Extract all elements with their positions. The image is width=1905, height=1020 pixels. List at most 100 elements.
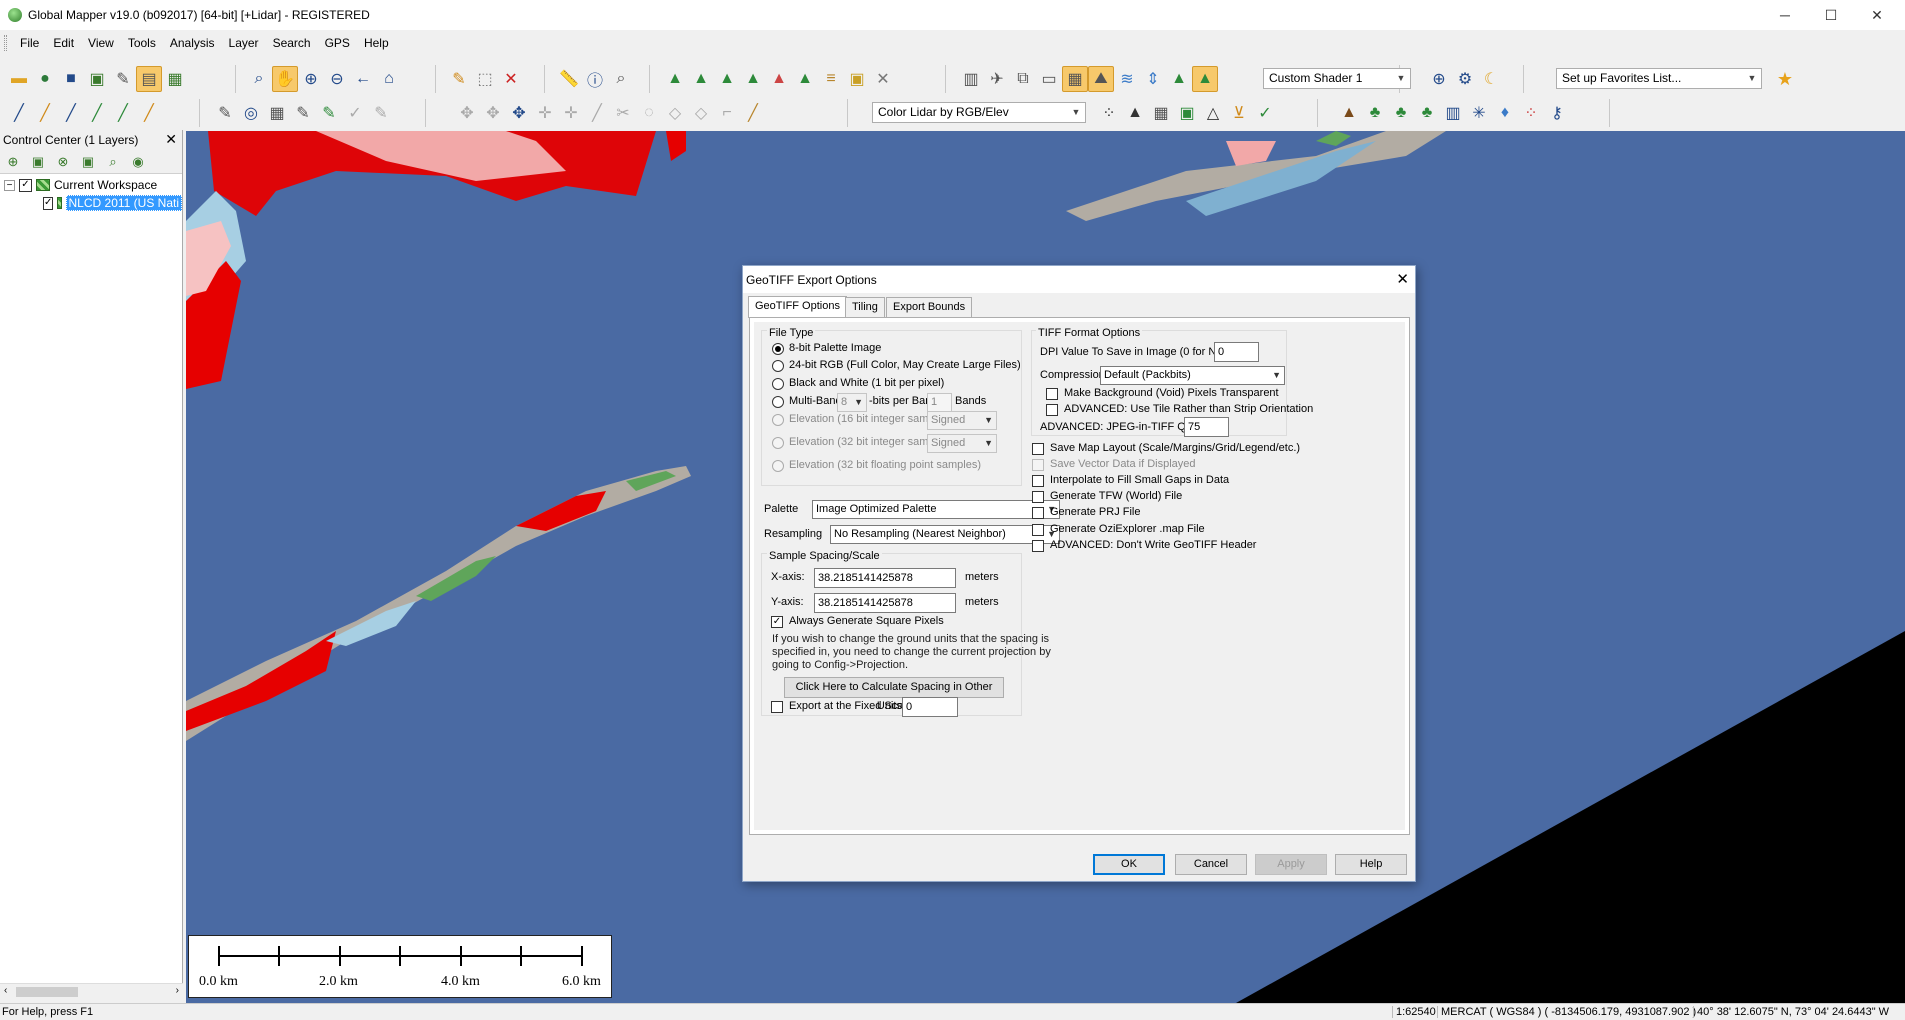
tab-geotiff-options[interactable]: GeoTIFF Options: [748, 296, 847, 318]
help-button[interactable]: Help: [1335, 854, 1407, 875]
scroll-left-icon[interactable]: ‹: [4, 985, 7, 996]
open-folder-icon[interactable]: ▬: [6, 66, 32, 92]
measure-ruler-icon[interactable]: 📏: [556, 66, 582, 92]
terrain-3d-icon[interactable]: ▲: [1122, 100, 1148, 126]
radio-elevation-32bit-int[interactable]: [772, 437, 784, 449]
building-icon[interactable]: ▥: [1440, 100, 1466, 126]
layer-checkbox[interactable]: ✓: [43, 196, 54, 210]
control-center-icon[interactable]: ▤: [136, 66, 162, 92]
line-tool-icon[interactable]: ╱: [584, 100, 610, 126]
workspace-icon[interactable]: ▣: [84, 66, 110, 92]
radio-multiband[interactable]: [772, 396, 784, 408]
water-drop-icon[interactable]: ♦: [1492, 100, 1518, 126]
tab-tiling[interactable]: Tiling: [845, 297, 885, 317]
radio-8bit-palette[interactable]: [772, 343, 784, 355]
split-icon[interactable]: ✛: [558, 100, 584, 126]
vegetation-icon[interactable]: ♣: [1362, 100, 1388, 126]
menubar-grip[interactable]: [4, 35, 7, 51]
daylight-shader-icon[interactable]: ☾: [1478, 66, 1504, 92]
use-tile-checkbox[interactable]: [1046, 404, 1058, 416]
noise-points-icon[interactable]: ⁘: [1518, 100, 1544, 126]
building-extract-icon[interactable]: ▦: [1148, 100, 1174, 126]
compression-select[interactable]: Default (Packbits) ▼: [1100, 366, 1285, 385]
draw-area-icon[interactable]: ╱: [84, 100, 110, 126]
draw-line-icon[interactable]: ╱: [6, 100, 32, 126]
menu-edit[interactable]: Edit: [46, 33, 81, 53]
favorites-star-icon[interactable]: ★: [1772, 66, 1798, 92]
zoom-out-icon[interactable]: ⊖: [324, 66, 350, 92]
water-level-icon[interactable]: ≋: [1114, 66, 1140, 92]
ok-button[interactable]: OK: [1093, 854, 1165, 875]
lidar-filter-icon[interactable]: ✎: [368, 100, 394, 126]
move-icon[interactable]: ✥: [454, 100, 480, 126]
zoom-tool-icon[interactable]: ⌕: [246, 66, 272, 92]
add-layer-icon[interactable]: ⊕: [2, 152, 24, 172]
bush-icon[interactable]: ♣: [1388, 100, 1414, 126]
multiband-count-spinner[interactable]: 1: [927, 393, 952, 412]
save-map-layout-checkbox[interactable]: [1032, 443, 1044, 455]
draw-curve-icon[interactable]: ╱: [58, 100, 84, 126]
home-icon[interactable]: ⌂: [376, 66, 402, 92]
no-geotiff-header-checkbox[interactable]: [1032, 540, 1044, 552]
workspace-row[interactable]: − ✓ Current Workspace: [0, 176, 182, 194]
segments-icon[interactable]: ◇: [688, 100, 714, 126]
interpolate-checkbox[interactable]: [1032, 475, 1044, 487]
signed-16-select[interactable]: Signed ▼: [927, 411, 997, 430]
3d-path-icon[interactable]: ▭: [1036, 66, 1062, 92]
classify-ground-icon[interactable]: ▣: [1174, 100, 1200, 126]
powerline-icon[interactable]: ✳: [1466, 100, 1492, 126]
cancel-button[interactable]: Cancel: [1175, 854, 1247, 875]
calculate-spacing-button[interactable]: Click Here to Calculate Spacing in Other…: [784, 677, 1004, 712]
close-icon[interactable]: ✕: [165, 131, 177, 148]
multiband-bits-select[interactable]: 8 ▼: [837, 393, 867, 412]
feature-info-icon[interactable]: ⓘ: [582, 66, 608, 92]
3d-view-icon[interactable]: ⧉: [1010, 66, 1036, 92]
view-shed-icon[interactable]: ▲: [688, 66, 714, 92]
crop-icon[interactable]: ⌐: [714, 100, 740, 126]
jpeg-quality-input[interactable]: [1184, 417, 1229, 437]
layout-icon[interactable]: ▥: [958, 66, 984, 92]
digitizer-pencil-icon[interactable]: ✎: [446, 66, 472, 92]
back-arrow-icon[interactable]: ←: [350, 66, 376, 92]
move-vertex-icon[interactable]: ✥: [480, 100, 506, 126]
target-icon[interactable]: ◎: [238, 100, 264, 126]
crosshair-icon[interactable]: ✛: [532, 100, 558, 126]
lidar-edit-icon[interactable]: ✎: [316, 100, 342, 126]
palette-select[interactable]: Image Optimized Palette ▼: [812, 500, 1060, 519]
select-rectangle-icon[interactable]: ⬚: [472, 66, 498, 92]
attribute-icon[interactable]: ✈: [984, 66, 1010, 92]
menu-file[interactable]: File: [13, 33, 46, 53]
lidar-measure-icon[interactable]: ✎: [212, 100, 238, 126]
shader-select[interactable]: Custom Shader 1 ▼: [1263, 68, 1411, 89]
point-cloud-icon[interactable]: ⁘: [1096, 100, 1122, 126]
contour-icon[interactable]: ▲: [740, 66, 766, 92]
make-transparent-checkbox[interactable]: [1046, 388, 1058, 400]
lidar-view-icon[interactable]: ▦: [1062, 66, 1088, 92]
layer-row[interactable]: ✓ NLCD 2011 (US Nati: [0, 194, 182, 212]
lasso-icon[interactable]: ◌: [636, 100, 662, 126]
vertical-exaggeration-icon[interactable]: ⇕: [1140, 66, 1166, 92]
radio-black-white[interactable]: [772, 378, 784, 390]
save-vector-data-checkbox[interactable]: [1032, 459, 1044, 471]
connect-icon[interactable]: ◇: [662, 100, 688, 126]
overview-map-icon[interactable]: ▦: [162, 66, 188, 92]
eyedropper-icon[interactable]: ✎: [290, 100, 316, 126]
watershed-icon[interactable]: ▲: [766, 66, 792, 92]
menu-tools[interactable]: Tools: [121, 33, 163, 53]
ground-classify-icon[interactable]: ▲: [1336, 100, 1362, 126]
square-pixels-checkbox[interactable]: ✓: [771, 616, 783, 628]
generate-ozi-checkbox[interactable]: [1032, 524, 1044, 536]
online-data-globe-icon[interactable]: ⊕: [1426, 66, 1452, 92]
volume-icon[interactable]: ▲: [714, 66, 740, 92]
layer-copy-icon[interactable]: ▣: [27, 152, 49, 172]
signed-32-select[interactable]: Signed ▼: [927, 434, 997, 453]
generate-tfw-checkbox[interactable]: [1032, 491, 1044, 503]
menu-help[interactable]: Help: [357, 33, 396, 53]
menu-gps[interactable]: GPS: [318, 33, 357, 53]
settings-gear-icon[interactable]: ⚙: [1452, 66, 1478, 92]
lidar-ruler-icon[interactable]: ╱: [740, 100, 766, 126]
save-icon[interactable]: ■: [58, 66, 84, 92]
maximize-button[interactable]: ☐: [1808, 0, 1854, 30]
radio-elevation-32bit-float[interactable]: [772, 460, 784, 472]
radio-24bit-rgb[interactable]: [772, 360, 784, 372]
